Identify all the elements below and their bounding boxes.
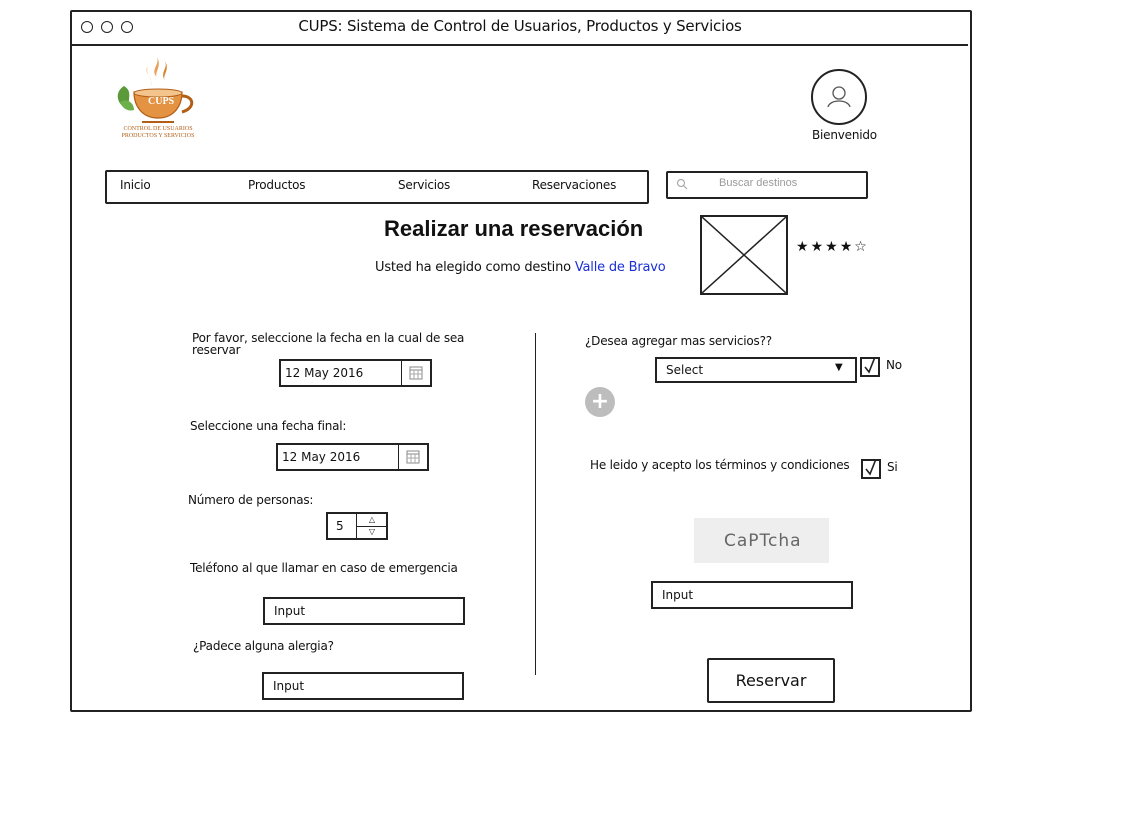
checkmark-icon xyxy=(864,356,876,374)
welcome-text: Bienvenido xyxy=(812,128,877,142)
destination-image-placeholder xyxy=(700,215,788,295)
people-stepper[interactable]: 5 △ ▽ xyxy=(326,512,388,540)
phone-input-value: Input xyxy=(274,604,306,618)
phone-label: Teléfono al que llamar en caso de emerge… xyxy=(190,561,458,575)
terms-label: He leido y acepto los términos y condici… xyxy=(590,458,850,472)
window-minimize-dot[interactable] xyxy=(101,21,113,33)
end-date-value: 12 May 2016 xyxy=(282,450,361,464)
user-avatar[interactable] xyxy=(811,69,867,125)
people-value: 5 xyxy=(336,519,344,533)
star-empty-icon: ☆ xyxy=(854,239,869,255)
star-filled-icon: ★ xyxy=(810,239,826,255)
nav-item-inicio[interactable]: Inicio xyxy=(120,178,151,192)
destination-prefix: Usted ha elegido como destino xyxy=(375,260,571,275)
destination-line: Usted ha elegido como destino Valle de B… xyxy=(375,260,666,275)
destination-link[interactable]: Valle de Bravo xyxy=(575,260,666,275)
captcha-input-value: Input xyxy=(662,588,694,602)
start-date-picker[interactable]: 12 May 2016 xyxy=(279,359,432,387)
allergy-input-value: Input xyxy=(273,679,305,693)
column-divider xyxy=(535,333,536,675)
phone-input[interactable]: Input xyxy=(263,597,465,625)
allergy-input[interactable]: Input xyxy=(262,672,464,700)
allergy-label: ¿Padece alguna alergia? xyxy=(193,639,334,653)
end-date-picker[interactable]: 12 May 2016 xyxy=(276,443,429,471)
services-checkbox-label: No xyxy=(886,358,902,372)
window-maximize-dot[interactable] xyxy=(121,21,133,33)
reservar-button[interactable]: Reservar xyxy=(707,658,835,703)
star-filled-icon: ★ xyxy=(796,239,811,255)
services-checkbox[interactable] xyxy=(860,356,880,377)
calendar-icon[interactable] xyxy=(398,445,427,469)
captcha-image: CaPTcha xyxy=(694,518,829,563)
calendar-icon[interactable] xyxy=(401,361,430,385)
checkmark-icon xyxy=(865,458,877,476)
nav-item-servicios[interactable]: Servicios xyxy=(398,178,450,192)
window-title: CUPS: Sistema de Control de Usuarios, Pr… xyxy=(298,17,742,35)
end-date-label: Seleccione una fecha final: xyxy=(190,419,347,433)
chevron-down-icon: ▼ xyxy=(835,362,843,373)
start-date-label: Por favor, seleccione la fecha en la cua… xyxy=(192,331,465,357)
services-label: ¿Desea agregar mas servicios?? xyxy=(585,334,772,348)
start-date-value: 12 May 2016 xyxy=(285,366,364,380)
captcha-input[interactable]: Input xyxy=(651,581,853,609)
star-filled-icon: ★ xyxy=(825,239,840,255)
star-filled-icon: ★ xyxy=(839,239,855,255)
services-select[interactable]: Select ▼ xyxy=(655,357,857,383)
people-label: Número de personas: xyxy=(188,493,314,507)
stepper-controls: △ ▽ xyxy=(356,514,387,538)
nav-item-reservaciones[interactable]: Reservaciones xyxy=(532,178,616,192)
terms-checkbox-label: Si xyxy=(887,460,898,474)
nav-item-productos[interactable]: Productos xyxy=(248,178,306,192)
logo-name: CUPS xyxy=(148,96,175,107)
services-select-value: Select xyxy=(666,363,704,377)
search-icon xyxy=(676,178,688,190)
page-title: Realizar una reservación xyxy=(384,216,644,241)
search-placeholder: Buscar destinos xyxy=(719,177,798,189)
logo-tagline: CONTROL DE USUARIOS PRODUCTOS Y SERVICIO… xyxy=(121,126,195,139)
rating-stars: ★★★★☆ xyxy=(796,239,869,255)
captcha-text: CaPTcha xyxy=(724,531,802,551)
cups-logo: CUPS CONTROL DE USUARIOS PRODUCTOS Y SER… xyxy=(112,52,204,142)
add-service-button[interactable]: + xyxy=(585,387,615,417)
terms-checkbox[interactable] xyxy=(861,458,881,479)
user-icon xyxy=(827,86,851,108)
chevron-down-icon[interactable]: ▽ xyxy=(357,526,387,538)
window-close-dot[interactable] xyxy=(81,21,93,33)
